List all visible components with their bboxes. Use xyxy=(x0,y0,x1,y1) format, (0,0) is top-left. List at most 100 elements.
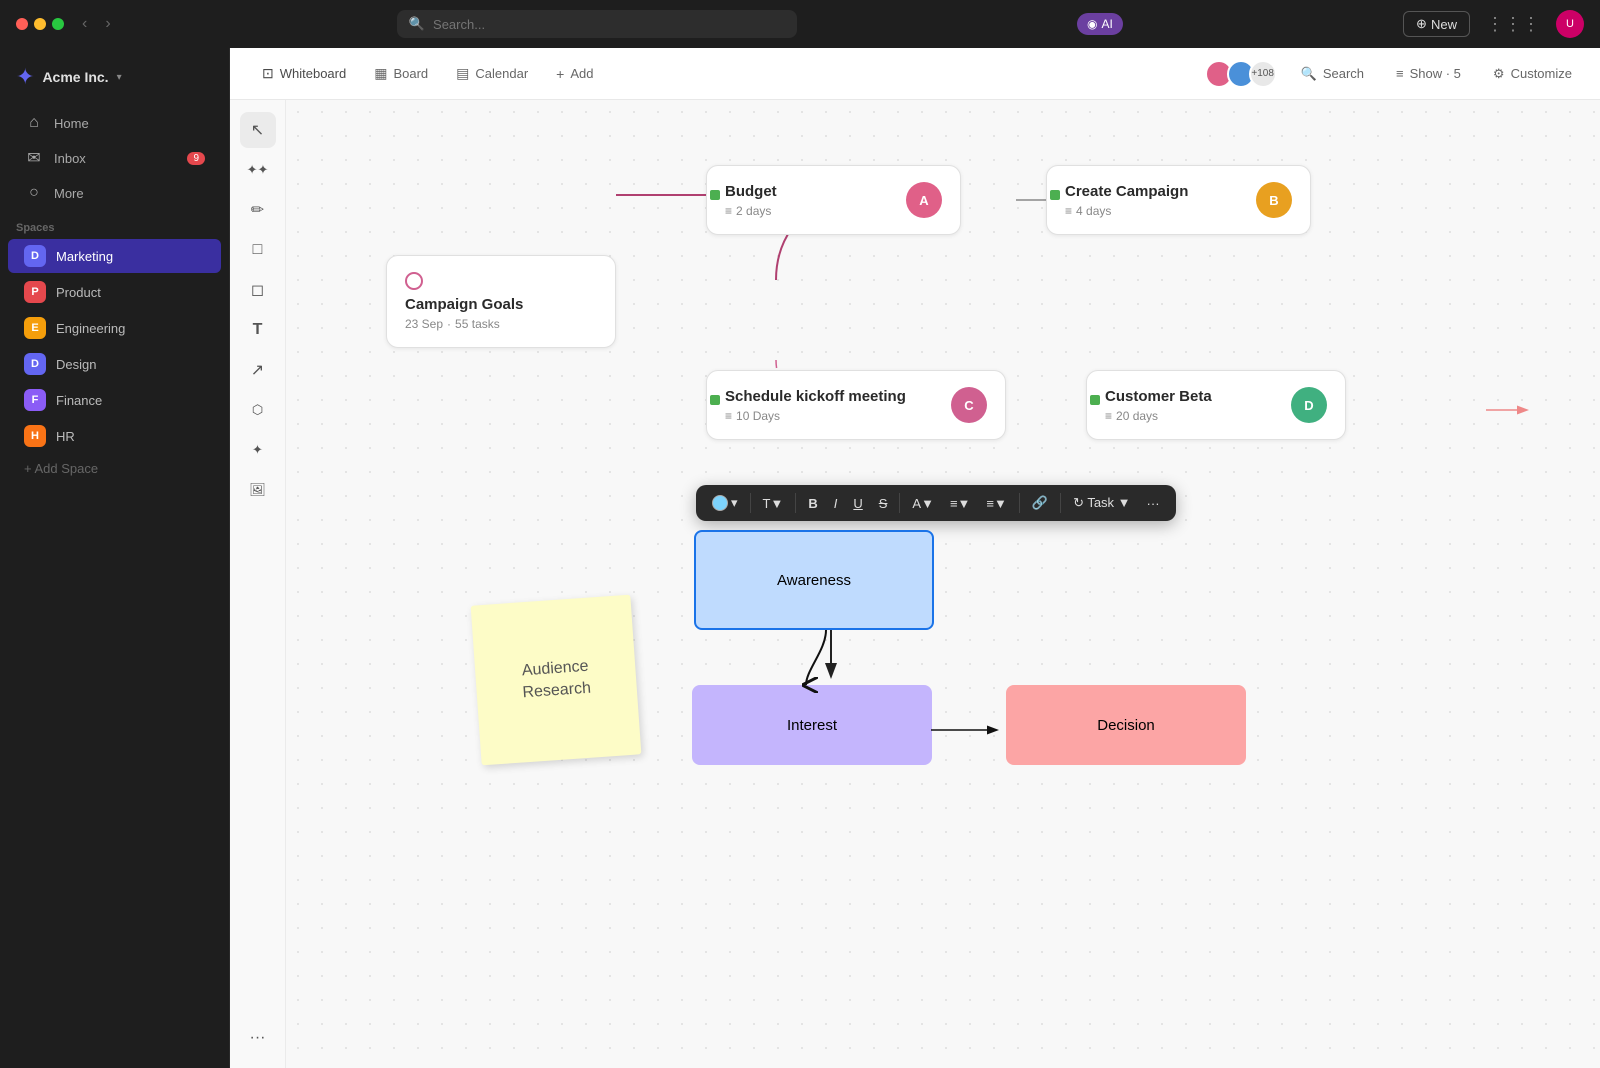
sidebar-item-finance[interactable]: F Finance xyxy=(8,383,221,417)
collaborators-avatars: +108 xyxy=(1205,60,1277,88)
add-tab-label: Add xyxy=(570,66,593,81)
spaces-section-label: Spaces xyxy=(0,210,229,238)
interest-shape[interactable]: Interest xyxy=(692,685,932,765)
budget-sub: ≡ 2 days xyxy=(725,204,896,218)
link-button[interactable]: 🔗 xyxy=(1026,491,1054,515)
maximize-dot[interactable] xyxy=(52,18,64,30)
awareness-shape[interactable]: Awareness xyxy=(694,530,934,630)
minimize-dot[interactable] xyxy=(34,18,46,30)
network-tool[interactable]: ⬡ xyxy=(240,392,276,428)
app-header: ⊡ Whiteboard ▦ Board ▤ Calendar + Add +1… xyxy=(230,48,1600,100)
user-avatar[interactable]: U xyxy=(1556,10,1584,38)
plus-icon: ⊕ xyxy=(1416,16,1427,32)
grid-icon[interactable]: ⋮⋮⋮ xyxy=(1486,14,1540,35)
strikethrough-button[interactable]: S xyxy=(873,492,894,515)
campaign-goals-sub: 23 Sep · 55 tasks xyxy=(405,317,597,331)
sticky-note[interactable]: AudienceResearch xyxy=(471,595,642,766)
create-campaign-inner: Create Campaign ≡ 4 days B xyxy=(1065,182,1292,218)
text-size-button[interactable]: T▼ xyxy=(757,492,790,515)
image-tool[interactable]: 🖼 xyxy=(240,472,276,508)
pen-tool[interactable]: ✦✦ xyxy=(240,152,276,188)
text-tool[interactable]: T xyxy=(240,312,276,348)
toolbar-divider-4 xyxy=(1019,493,1020,513)
customize-icon: ⚙ xyxy=(1493,66,1505,82)
hr-dot: H xyxy=(24,425,46,447)
list-button[interactable]: ≡▼ xyxy=(980,492,1012,515)
more-format-button[interactable]: ··· xyxy=(1141,492,1166,515)
rect-tool[interactable]: □ xyxy=(240,232,276,268)
customize-label: Customize xyxy=(1511,66,1572,81)
more-tools-button[interactable]: ··· xyxy=(240,1020,276,1056)
calendar-tab-label: Calendar xyxy=(475,66,528,81)
ai-button[interactable]: ◉ AI xyxy=(1077,13,1123,35)
task-button[interactable]: ↻ Task ▼ xyxy=(1067,491,1136,515)
board-tab-label: Board xyxy=(393,66,428,81)
whiteboard-canvas[interactable]: Campaign Goals 23 Sep · 55 tasks Budget … xyxy=(286,100,1600,1068)
sticky-text: AudienceResearch xyxy=(520,655,591,704)
forward-button[interactable]: › xyxy=(99,13,116,35)
board-tab-icon: ▦ xyxy=(374,65,387,82)
new-button[interactable]: ⊕ New xyxy=(1403,11,1470,37)
sidebar-item-marketing[interactable]: D Marketing xyxy=(8,239,221,273)
search-icon: 🔍 xyxy=(409,16,425,32)
italic-button[interactable]: I xyxy=(828,492,844,515)
tab-board[interactable]: ▦ Board xyxy=(362,59,440,88)
search-header-button[interactable]: 🔍 Search xyxy=(1293,62,1372,86)
customer-beta-inner: Customer Beta ≡ 20 days D xyxy=(1105,387,1327,423)
create-campaign-card[interactable]: Create Campaign ≡ 4 days B xyxy=(1046,165,1311,235)
sidebar-item-engineering[interactable]: E Engineering xyxy=(8,311,221,345)
workspace-header[interactable]: ✦ Acme Inc. ▾ xyxy=(0,56,229,106)
note-tool[interactable]: ◻ xyxy=(240,272,276,308)
budget-sub-icon: ≡ xyxy=(725,204,732,218)
sidebar-item-inbox[interactable]: ✉ Inbox 9 xyxy=(8,141,221,175)
design-dot: D xyxy=(24,353,46,375)
schedule-kickoff-card[interactable]: Schedule kickoff meeting ≡ 10 Days C xyxy=(706,370,1006,440)
customize-header-button[interactable]: ⚙ Customize xyxy=(1485,62,1580,86)
pencil-tool[interactable]: ✏ xyxy=(240,192,276,228)
customer-beta-card[interactable]: Customer Beta ≡ 20 days D xyxy=(1086,370,1346,440)
sidebar: ✦ Acme Inc. ▾ ⌂ Home ✉ Inbox 9 ○ More Sp… xyxy=(0,48,230,1068)
underline-button[interactable]: U xyxy=(847,492,868,515)
connectors-svg xyxy=(286,100,1600,1068)
tab-calendar[interactable]: ▤ Calendar xyxy=(444,59,540,88)
avatars-more-count[interactable]: +108 xyxy=(1249,60,1277,88)
ai-icon: ◉ xyxy=(1087,17,1097,31)
marketing-label: Marketing xyxy=(56,249,113,264)
budget-card[interactable]: Budget ≡ 2 days A xyxy=(706,165,961,235)
schedule-status-dot xyxy=(710,395,720,405)
show-header-button[interactable]: ≡ Show · 5 xyxy=(1388,62,1469,85)
campaign-goals-card[interactable]: Campaign Goals 23 Sep · 55 tasks xyxy=(386,255,616,348)
add-space-button[interactable]: + Add Space xyxy=(8,455,221,482)
home-icon: ⌂ xyxy=(24,114,44,132)
campaign-goals-title: Campaign Goals xyxy=(405,296,597,313)
engineering-dot: E xyxy=(24,317,46,339)
titlebar: ‹ › 🔍 ◉ AI ⊕ New ⋮⋮⋮ U xyxy=(0,0,1600,48)
font-button[interactable]: A▼ xyxy=(906,492,940,515)
select-tool[interactable]: ↖ xyxy=(240,112,276,148)
decision-label: Decision xyxy=(1097,717,1155,734)
back-button[interactable]: ‹ xyxy=(76,13,93,35)
sidebar-item-more[interactable]: ○ More xyxy=(8,177,221,209)
global-search-bar[interactable]: 🔍 xyxy=(397,10,797,38)
tab-whiteboard[interactable]: ⊡ Whiteboard xyxy=(250,59,358,88)
calendar-tab-icon: ▤ xyxy=(456,65,469,82)
close-dot[interactable] xyxy=(16,18,28,30)
ai-label: AI xyxy=(1102,17,1113,31)
sidebar-item-product[interactable]: P Product xyxy=(8,275,221,309)
arrow-tool[interactable]: ↗ xyxy=(240,352,276,388)
hr-label: HR xyxy=(56,429,75,444)
global-search-input[interactable] xyxy=(433,17,785,32)
create-campaign-title: Create Campaign xyxy=(1065,183,1246,200)
search-header-icon: 🔍 xyxy=(1301,66,1317,82)
sidebar-item-hr[interactable]: H HR xyxy=(8,419,221,453)
sidebar-item-home[interactable]: ⌂ Home xyxy=(8,107,221,139)
more-label: More xyxy=(54,186,84,201)
sidebar-item-design[interactable]: D Design xyxy=(8,347,221,381)
align-button[interactable]: ≡▼ xyxy=(944,492,976,515)
color-picker-button[interactable]: ▾ xyxy=(706,491,744,515)
schedule-kickoff-title: Schedule kickoff meeting xyxy=(725,388,941,405)
decision-shape[interactable]: Decision xyxy=(1006,685,1246,765)
tab-add[interactable]: + Add xyxy=(544,60,605,88)
bold-button[interactable]: B xyxy=(802,492,823,515)
magic-tool[interactable]: ✦ xyxy=(240,432,276,468)
